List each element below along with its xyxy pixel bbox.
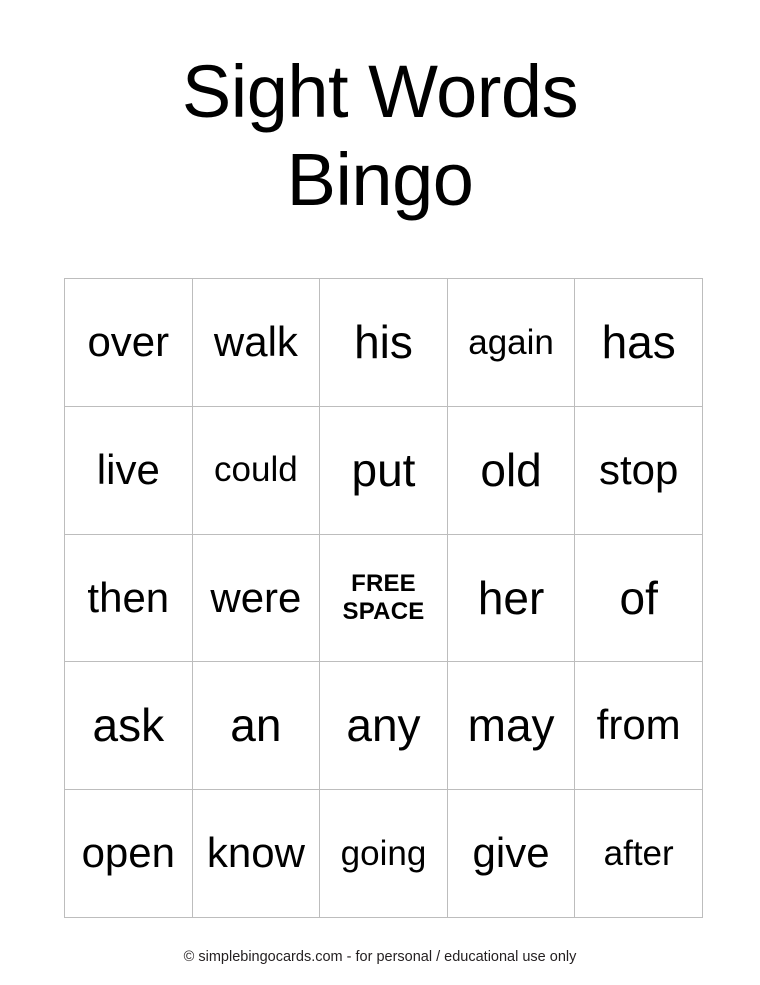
bingo-card-page: Sight Words Bingo over walk his again ha…: [0, 0, 760, 985]
bingo-cell[interactable]: old: [446, 405, 576, 535]
bingo-row: live could put old stop: [64, 405, 703, 535]
bingo-cell[interactable]: know: [191, 789, 321, 918]
bingo-row: ask an any may from: [64, 661, 703, 791]
bingo-word: give: [472, 829, 550, 877]
bingo-cell[interactable]: give: [446, 789, 576, 918]
bingo-cell[interactable]: then: [64, 533, 193, 663]
bingo-cell[interactable]: going: [319, 789, 448, 918]
bingo-grid: over walk his again has live could put o…: [64, 278, 703, 918]
bingo-word: going: [340, 833, 427, 873]
bingo-word: any: [346, 699, 421, 752]
bingo-cell[interactable]: ask: [64, 661, 193, 791]
bingo-cell-free-space[interactable]: FREE SPACE: [319, 533, 448, 663]
bingo-word: open: [81, 829, 176, 877]
bingo-cell[interactable]: has: [574, 278, 703, 407]
bingo-word: has: [601, 315, 676, 368]
bingo-word: put: [351, 443, 416, 496]
bingo-word: could: [214, 450, 298, 490]
free-space-label: FREE SPACE: [343, 570, 425, 627]
bingo-word: his: [354, 315, 413, 368]
footer-credit-text: © simplebingocards.com - for personal / …: [183, 949, 577, 965]
free-space-line-1: FREE: [351, 569, 416, 597]
bingo-cell[interactable]: put: [319, 405, 448, 535]
bingo-cell[interactable]: may: [446, 661, 576, 791]
bingo-cell[interactable]: any: [319, 661, 448, 791]
bingo-row: open know going give after: [64, 789, 703, 918]
bingo-cell[interactable]: after: [574, 789, 703, 918]
bingo-word: again: [468, 322, 554, 362]
bingo-word: after: [603, 833, 674, 873]
bingo-word: of: [619, 571, 658, 624]
bingo-word: live: [96, 445, 160, 493]
bingo-cell[interactable]: were: [191, 533, 321, 663]
bingo-word: ask: [92, 699, 165, 752]
bingo-word: then: [87, 573, 170, 621]
bingo-cell[interactable]: live: [64, 405, 193, 535]
bingo-cell[interactable]: stop: [574, 405, 703, 535]
bingo-cell[interactable]: again: [446, 278, 576, 407]
page-title: Sight Words Bingo: [0, 48, 760, 224]
bingo-cell[interactable]: over: [64, 278, 193, 407]
bingo-word: old: [480, 443, 542, 496]
bingo-cell[interactable]: open: [64, 789, 193, 918]
bingo-word: know: [206, 829, 305, 877]
bingo-cell[interactable]: could: [191, 405, 321, 535]
page-title-line-2: Bingo: [286, 138, 474, 221]
bingo-word: walk: [213, 317, 298, 365]
bingo-cell[interactable]: his: [319, 278, 448, 407]
free-space-line-2: SPACE: [342, 597, 425, 625]
bingo-word: over: [87, 317, 170, 365]
page-title-line-1: Sight Words: [181, 50, 579, 133]
bingo-word: stop: [598, 445, 679, 493]
bingo-word: were: [210, 573, 302, 621]
bingo-word: her: [477, 571, 545, 624]
bingo-cell[interactable]: an: [191, 661, 321, 791]
bingo-row: then were FREE SPACE her of: [64, 533, 703, 663]
bingo-cell[interactable]: walk: [191, 278, 321, 407]
bingo-cell[interactable]: from: [574, 661, 703, 791]
bingo-row: over walk his again has: [64, 278, 703, 407]
bingo-word: may: [467, 699, 555, 752]
bingo-cell[interactable]: her: [446, 533, 576, 663]
bingo-cell[interactable]: of: [574, 533, 703, 663]
footer: © simplebingocards.com - for personal / …: [0, 948, 760, 966]
bingo-word: from: [596, 701, 681, 749]
bingo-word: an: [230, 699, 282, 752]
bingo-grid-container: over walk his again has live could put o…: [64, 278, 703, 918]
